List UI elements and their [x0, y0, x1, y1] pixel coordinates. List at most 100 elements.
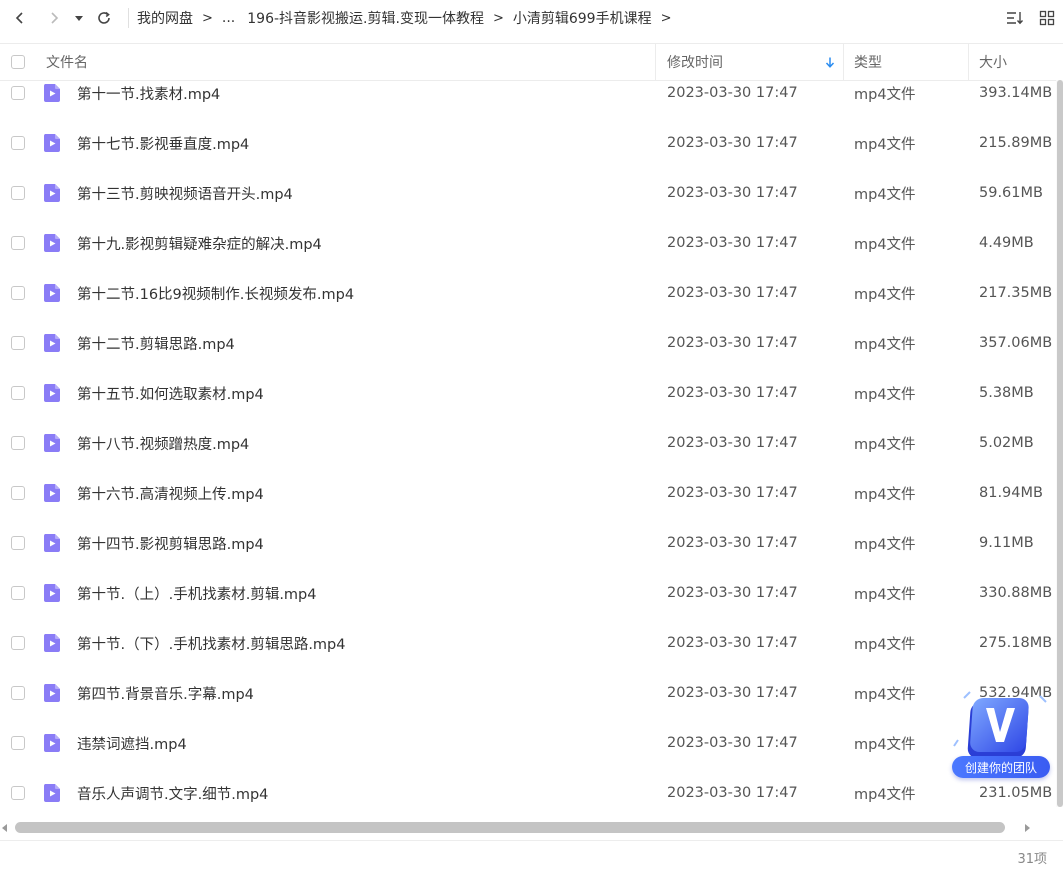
file-name[interactable]: 违禁词遮挡.mp4 — [77, 718, 187, 768]
create-team-badge[interactable]: 创建你的团队 — [950, 688, 1056, 784]
file-name[interactable]: 第十四节.影视剪辑思路.mp4 — [77, 518, 264, 568]
file-size: 357.06MB — [979, 335, 1053, 351]
file-modified-date: 2023-03-30 17:47 — [667, 485, 798, 501]
row-checkbox[interactable] — [11, 136, 25, 150]
file-modified-date: 2023-03-30 17:47 — [667, 635, 798, 651]
select-all-checkbox[interactable] — [11, 44, 25, 80]
create-team-label[interactable]: 创建你的团队 — [952, 756, 1050, 778]
file-name[interactable]: 第十八节.视频蹭热度.mp4 — [77, 418, 249, 468]
file-size: 275.18MB — [979, 635, 1053, 651]
column-type[interactable]: 类型 — [854, 44, 882, 80]
file-row[interactable]: 违禁词遮挡.mp4 2023-03-30 17:47 mp4文件 — [0, 718, 1063, 768]
row-checkbox[interactable] — [11, 236, 25, 250]
breadcrumb-ellipsis[interactable]: ... — [222, 10, 235, 26]
column-size[interactable]: 大小 — [979, 44, 1007, 80]
file-name[interactable]: 第十五节.如何选取素材.mp4 — [77, 368, 264, 418]
chevron-right-icon — [51, 12, 59, 24]
refresh-icon — [98, 11, 110, 24]
row-checkbox[interactable] — [11, 436, 25, 450]
file-row[interactable]: 第十一节.找素材.mp4 2023-03-30 17:47 mp4文件 393.… — [0, 80, 1063, 118]
sort-button[interactable] — [999, 3, 1031, 33]
file-name[interactable]: 第十节.（上）.手机找素材.剪辑.mp4 — [77, 568, 317, 618]
video-file-icon — [43, 734, 60, 752]
refresh-button[interactable] — [90, 4, 118, 32]
file-row[interactable]: 第十二节.16比9视频制作.长视频发布.mp4 2023-03-30 17:47… — [0, 268, 1063, 318]
file-row[interactable]: 第十七节.影视垂直度.mp4 2023-03-30 17:47 mp4文件 21… — [0, 118, 1063, 168]
file-type: mp4文件 — [854, 586, 916, 603]
file-row[interactable]: 第十八节.视频蹭热度.mp4 2023-03-30 17:47 mp4文件 5.… — [0, 418, 1063, 468]
row-checkbox[interactable] — [11, 286, 25, 300]
file-name[interactable]: 第十一节.找素材.mp4 — [77, 80, 220, 118]
file-name[interactable]: 第十三节.剪映视频语音开头.mp4 — [77, 168, 293, 218]
file-name[interactable]: 第四节.背景音乐.字幕.mp4 — [77, 668, 254, 718]
column-divider[interactable] — [655, 44, 656, 80]
file-modified-date: 2023-03-30 17:47 — [667, 735, 798, 751]
back-button[interactable] — [6, 4, 34, 32]
forward-button[interactable] — [40, 4, 68, 32]
breadcrumb-current[interactable]: 小清剪辑699手机课程 — [513, 8, 652, 28]
video-file-icon — [43, 484, 60, 502]
checkbox[interactable] — [11, 55, 25, 69]
video-file-icon — [43, 584, 60, 602]
triangle-left-icon — [2, 824, 7, 832]
file-row[interactable]: 第十四节.影视剪辑思路.mp4 2023-03-30 17:47 mp4文件 9… — [0, 518, 1063, 568]
file-row[interactable]: 第十三节.剪映视频语音开头.mp4 2023-03-30 17:47 mp4文件… — [0, 168, 1063, 218]
file-modified-date: 2023-03-30 17:47 — [667, 235, 798, 251]
status-bar: 31项 — [0, 840, 1063, 874]
column-modified-label: 修改时间 — [667, 55, 723, 71]
column-type-label: 类型 — [854, 55, 882, 71]
vertical-scrollbar[interactable] — [1056, 80, 1063, 807]
row-checkbox[interactable] — [11, 486, 25, 500]
column-modified[interactable]: 修改时间 — [667, 44, 837, 80]
row-checkbox[interactable] — [11, 336, 25, 350]
row-checkbox[interactable] — [11, 386, 25, 400]
file-row[interactable]: 第十九.影视剪辑疑难杂症的解决.mp4 2023-03-30 17:47 mp4… — [0, 218, 1063, 268]
column-divider[interactable] — [968, 44, 969, 80]
row-checkbox[interactable] — [11, 536, 25, 550]
horizontal-scrollbar-thumb[interactable] — [15, 822, 1005, 833]
file-row[interactable]: 第十节.（上）.手机找素材.剪辑.mp4 2023-03-30 17:47 mp… — [0, 568, 1063, 618]
row-checkbox[interactable] — [11, 736, 25, 750]
row-checkbox[interactable] — [11, 636, 25, 650]
file-name[interactable]: 音乐人声调节.文字.细节.mp4 — [77, 768, 268, 818]
file-modified-date: 2023-03-30 17:47 — [667, 585, 798, 601]
breadcrumb-separator: > — [202, 10, 213, 26]
scroll-right-button[interactable] — [1022, 822, 1032, 834]
file-name[interactable]: 第十二节.剪辑思路.mp4 — [77, 318, 235, 368]
file-size: 59.61MB — [979, 185, 1043, 201]
row-checkbox[interactable] — [11, 586, 25, 600]
toolbar-divider — [128, 8, 129, 28]
history-dropdown-button[interactable] — [70, 4, 88, 32]
column-name[interactable]: 文件名 — [46, 44, 88, 80]
row-checkbox[interactable] — [11, 686, 25, 700]
file-name[interactable]: 第十二节.16比9视频制作.长视频发布.mp4 — [77, 268, 354, 318]
horizontal-scrollbar[interactable] — [0, 818, 1056, 838]
column-divider[interactable] — [843, 44, 844, 80]
sort-down-arrow-icon — [825, 57, 835, 68]
file-type: mp4文件 — [854, 336, 916, 353]
file-name[interactable]: 第十七节.影视垂直度.mp4 — [77, 118, 249, 168]
toolbar-right — [999, 0, 1063, 36]
file-list: 第十一节.找素材.mp4 2023-03-30 17:47 mp4文件 393.… — [0, 80, 1063, 818]
file-row[interactable]: 第十五节.如何选取素材.mp4 2023-03-30 17:47 mp4文件 5… — [0, 368, 1063, 418]
file-row[interactable]: 第四节.背景音乐.字幕.mp4 2023-03-30 17:47 mp4文件 5… — [0, 668, 1063, 718]
file-name[interactable]: 第十节.（下）.手机找素材.剪辑思路.mp4 — [77, 618, 346, 668]
file-name[interactable]: 第十九.影视剪辑疑难杂症的解决.mp4 — [77, 218, 322, 268]
file-type: mp4文件 — [854, 386, 916, 403]
video-file-icon — [43, 234, 60, 252]
file-row[interactable]: 第十二节.剪辑思路.mp4 2023-03-30 17:47 mp4文件 357… — [0, 318, 1063, 368]
scroll-left-button[interactable] — [0, 822, 10, 834]
file-row[interactable]: 第十节.（下）.手机找素材.剪辑思路.mp4 2023-03-30 17:47 … — [0, 618, 1063, 668]
breadcrumb-root[interactable]: 我的网盘 — [137, 8, 193, 28]
breadcrumb-folder[interactable]: 196-抖音影视搬运.剪辑.变现一体教程 — [247, 8, 484, 28]
row-checkbox[interactable] — [11, 86, 25, 100]
video-file-icon — [43, 284, 60, 302]
video-file-icon — [43, 684, 60, 702]
vertical-scrollbar-thumb[interactable] — [1057, 80, 1063, 807]
view-toggle-button[interactable] — [1031, 3, 1063, 33]
file-row[interactable]: 音乐人声调节.文字.细节.mp4 2023-03-30 17:47 mp4文件 … — [0, 768, 1063, 818]
file-row[interactable]: 第十六节.高清视频上传.mp4 2023-03-30 17:47 mp4文件 8… — [0, 468, 1063, 518]
row-checkbox[interactable] — [11, 186, 25, 200]
file-name[interactable]: 第十六节.高清视频上传.mp4 — [77, 468, 264, 518]
row-checkbox[interactable] — [11, 786, 25, 800]
